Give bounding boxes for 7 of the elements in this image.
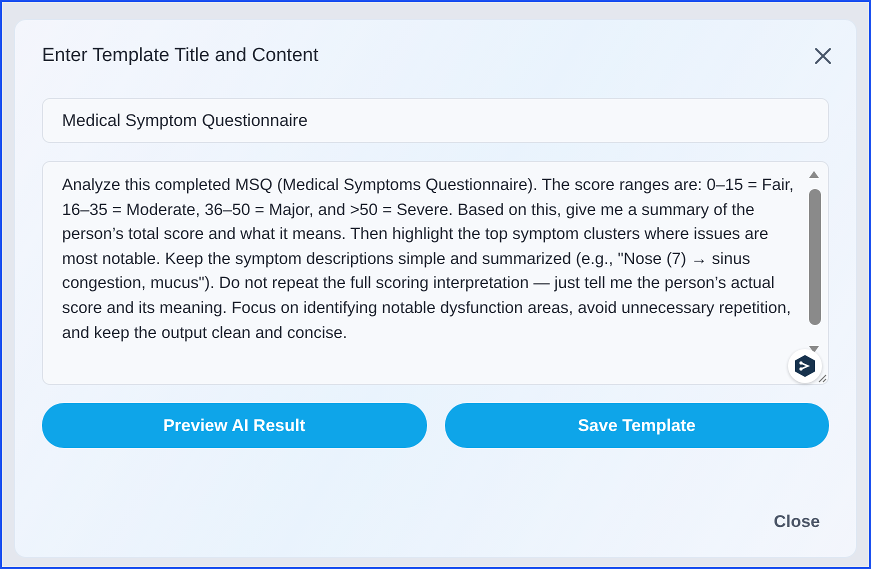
assistant-badge-icon[interactable] — [788, 349, 822, 383]
dialog-title: Enter Template Title and Content — [42, 45, 318, 67]
close-icon[interactable] — [814, 47, 832, 65]
close-button[interactable]: Close — [756, 504, 838, 540]
title-input-field[interactable]: Medical Symptom Questionnaire — [42, 98, 829, 143]
content-text-area[interactable]: Analyze this completed MSQ (Medical Symptoms Questionnaire). The score ranges are: 0–15 = Fair, 16–35 = Moderate, 36–50 = Major, and >50 = Severe. Based on this, give me a summary of the person’s total score and what it means. Then highlight the top symptom clusters where issues are most notable. Keep the symptom descriptions simple and summarized (e.g., "Nose (7) → sinus congestion, mucus"). Do not repeat the full scoring interpretation — just tell me the person’s actual score and its meaning. Focus on identifying notable dysfunction areas, avoid unnecessary repetition, and keep the output clean and concise. — [42, 161, 829, 385]
resize-grip-icon[interactable] — [818, 374, 827, 383]
